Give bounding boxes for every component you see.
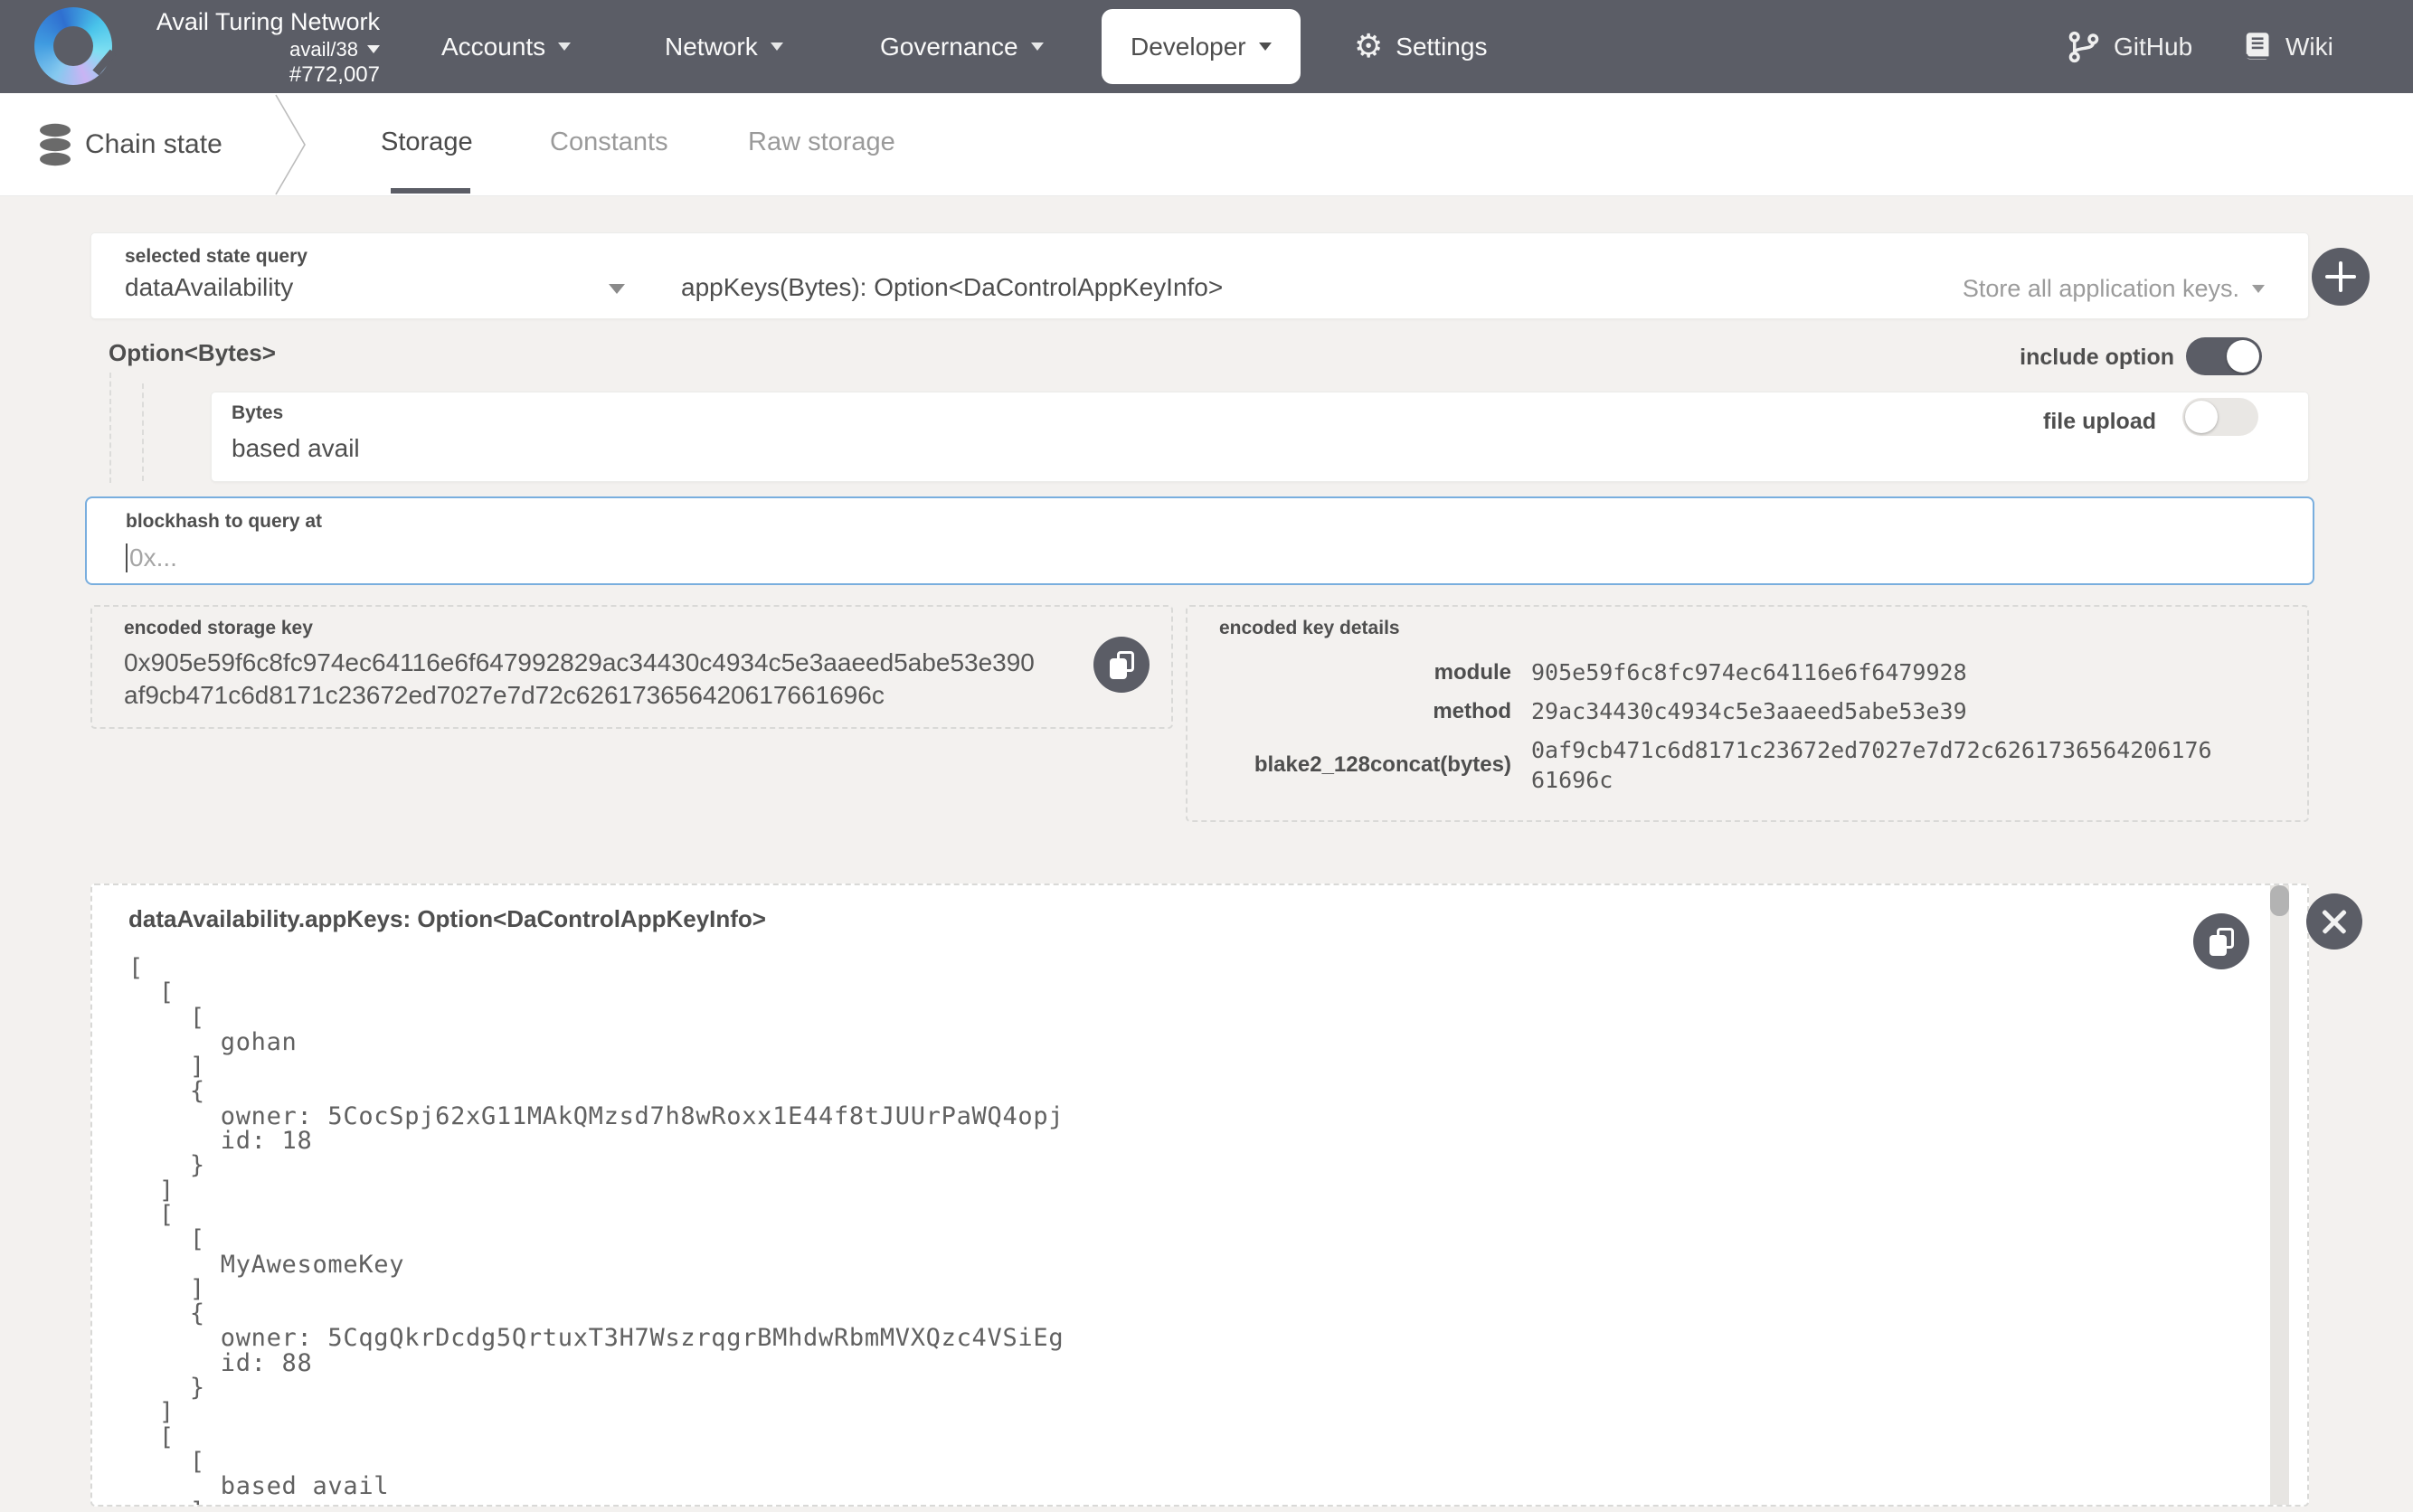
bytes-param-box: Bytes based avail file upload xyxy=(211,392,2309,482)
nav-governance[interactable]: Governance xyxy=(880,0,1044,93)
result-json-output: [ [ [ gohan ] { owner: 5CocSpj62xG11MAkQ… xyxy=(128,956,1064,1507)
include-option-label: include option xyxy=(1903,345,2174,371)
chevron-separator xyxy=(273,93,309,196)
active-tab-underline xyxy=(391,188,470,194)
nav-network[interactable]: Network xyxy=(665,0,783,93)
add-query-button[interactable] xyxy=(2312,248,2370,306)
file-upload-label: file upload xyxy=(2043,409,2156,435)
method-description-dropdown[interactable]: Store all application keys. xyxy=(1963,275,2265,303)
pallet-dropdown[interactable]: dataAvailability xyxy=(125,273,293,302)
chevron-down-icon xyxy=(558,43,571,51)
nesting-guide xyxy=(142,383,144,481)
scrollbar-thumb[interactable] xyxy=(2270,885,2289,916)
chevron-down-icon xyxy=(771,43,783,51)
encoded-key-details-box: encoded key details module 905e59f6c8fc9… xyxy=(1186,605,2309,822)
close-result-button[interactable] xyxy=(2306,893,2362,950)
key-detail-row: method 29ac34430c4934c5e3aaeed5abe53e39 xyxy=(1219,696,2276,726)
runtime-version: avail/38 xyxy=(289,37,358,61)
chevron-down-icon xyxy=(367,45,380,53)
key-detail-row: module 905e59f6c8fc974ec64116e6f6479928 xyxy=(1219,657,2276,687)
blockhash-placeholder: 0x... xyxy=(129,543,177,572)
method-dropdown[interactable]: appKeys(Bytes): Option<DaControlAppKeyIn… xyxy=(681,273,1223,302)
copy-storage-key-button[interactable] xyxy=(1093,637,1150,693)
key-detail-row: blake2_128concat(bytes) 0af9cb471c6d8171… xyxy=(1219,735,2276,795)
network-selector[interactable]: Avail Turing Network avail/38 #772,007 xyxy=(127,7,380,88)
bytes-value-input[interactable]: based avail xyxy=(232,434,360,463)
result-title: dataAvailability.appKeys: Option<DaContr… xyxy=(128,905,766,933)
top-bar: Avail Turing Network avail/38 #772,007 A… xyxy=(0,0,2413,93)
encoded-storage-key-box: encoded storage key 0x905e59f6c8fc974ec6… xyxy=(90,605,1173,729)
query-label: selected state query xyxy=(125,246,308,268)
copy-icon xyxy=(1110,651,1134,679)
gear-icon: ⚙ xyxy=(1354,31,1383,63)
book-icon xyxy=(2240,30,2273,64)
nav-settings[interactable]: ⚙ Settings xyxy=(1354,0,1487,93)
tab-constants[interactable]: Constants xyxy=(550,93,668,191)
param-type-label: Option<Bytes> xyxy=(109,339,276,367)
blockhash-label: blockhash to query at xyxy=(126,511,322,533)
text-cursor xyxy=(126,543,128,572)
nesting-guide xyxy=(109,373,111,483)
best-block-number: #772,007 xyxy=(127,61,380,88)
param-name-label: Bytes xyxy=(232,402,283,424)
blockhash-input[interactable]: blockhash to query at 0x... xyxy=(85,496,2314,585)
chevron-down-icon xyxy=(609,284,625,294)
encoded-storage-key-value: 0x905e59f6c8fc974ec64116e6f647992829ac34… xyxy=(124,647,1173,712)
avail-logo-icon xyxy=(34,7,112,85)
tab-raw-storage[interactable]: Raw storage xyxy=(748,93,895,191)
include-option-toggle[interactable] xyxy=(2186,337,2262,375)
query-results-card: dataAvailability.appKeys: Option<DaContr… xyxy=(90,884,2309,1507)
copy-result-button[interactable] xyxy=(2193,913,2249,969)
section-tab-bar: Chain state Storage Constants Raw storag… xyxy=(0,93,2413,196)
chevron-down-icon xyxy=(1259,43,1272,51)
github-link[interactable]: GitHub xyxy=(2067,0,2192,93)
nav-accounts[interactable]: Accounts xyxy=(441,0,571,93)
chevron-down-icon xyxy=(2252,285,2265,293)
database-icon xyxy=(36,123,74,166)
chevron-down-icon xyxy=(1031,43,1044,51)
tab-storage[interactable]: Storage xyxy=(381,93,473,191)
page-title: Chain state xyxy=(85,93,222,196)
results-scrollbar[interactable] xyxy=(2270,885,2289,1505)
copy-icon xyxy=(2210,928,2234,956)
nav-developer[interactable]: Developer xyxy=(1102,9,1301,84)
state-query-card: selected state query dataAvailability ap… xyxy=(90,232,2309,319)
file-upload-toggle[interactable] xyxy=(2182,398,2258,436)
wiki-link[interactable]: Wiki xyxy=(2240,0,2333,93)
network-name: Avail Turing Network xyxy=(127,7,380,37)
git-branch-icon xyxy=(2067,30,2101,64)
